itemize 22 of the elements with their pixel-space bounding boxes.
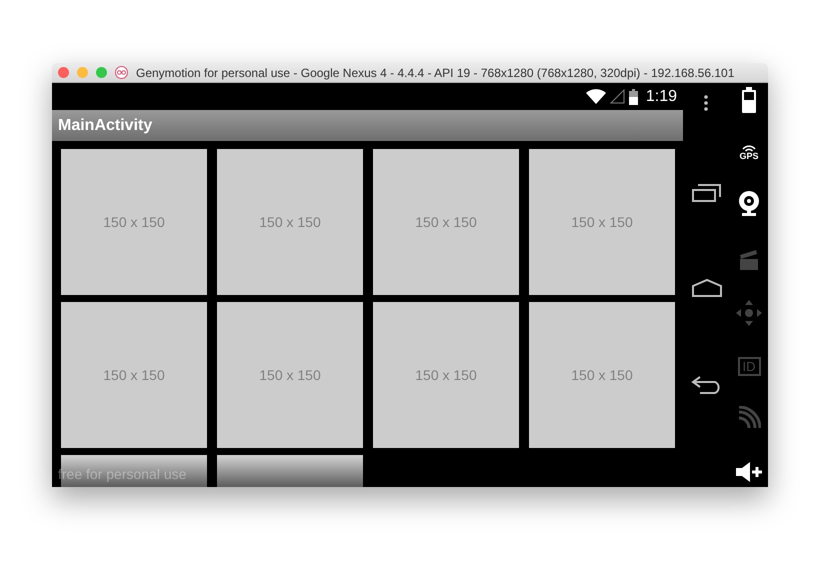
activity-title: MainActivity (58, 116, 152, 134)
app-icon (115, 66, 128, 79)
battery-icon (628, 88, 638, 104)
image-size-label: 150 x 150 (415, 367, 477, 383)
window-title: Genymotion for personal use - Google Nexus 4 - 4.4.4 - API 19 - 768x1280 (768x1280, 320dpi) - 192.168.56.101 (136, 66, 734, 80)
gps-label[interactable]: GPS (739, 152, 758, 161)
battery-icon[interactable] (741, 87, 757, 113)
home-icon[interactable] (690, 278, 722, 298)
overflow-menu-icon[interactable] (704, 95, 708, 111)
image-size-label: 150 x 150 (259, 214, 321, 230)
gps-signal-icon[interactable] (742, 144, 756, 152)
image-size-label: 150 x 150 (571, 367, 633, 383)
image-size-label: 150 x 150 (415, 214, 477, 230)
image-size-label: 150 x 150 (259, 367, 321, 383)
image-size-label: 150 x 150 (103, 214, 165, 230)
image-size-label: 150 x 150 (103, 367, 165, 383)
image-size-label: 150 x 150 (571, 214, 633, 230)
wifi-icon (586, 89, 606, 104)
cell-signal-icon (610, 89, 625, 104)
volume-up-icon[interactable] (735, 460, 763, 483)
clock: 1:19 (646, 88, 677, 106)
webcam-icon[interactable] (738, 191, 760, 218)
